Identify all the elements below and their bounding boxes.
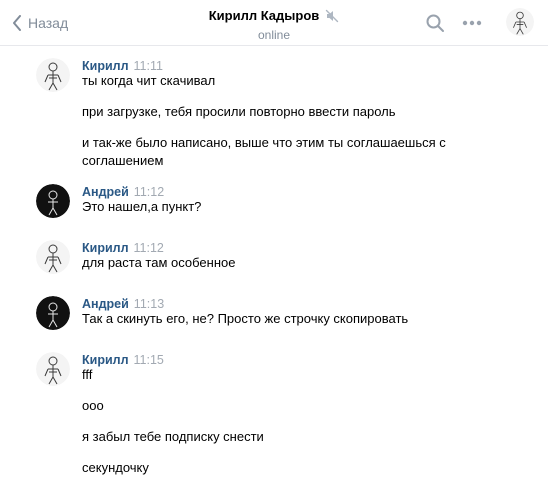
- message-text: секундочку: [82, 460, 149, 475]
- chat-title: Кирилл Кадыров: [208, 8, 320, 23]
- author-name[interactable]: Кирилл: [82, 241, 129, 255]
- chat-header: Назад Кирилл Кадыров online: [0, 0, 548, 46]
- author-line: Андрей 11:12: [82, 185, 164, 199]
- author-name[interactable]: Андрей: [82, 185, 129, 199]
- message-time[interactable]: 11:11: [134, 59, 163, 73]
- avatar[interactable]: [36, 58, 70, 92]
- mute-icon: [325, 9, 339, 23]
- message-text: Так а скинуть его, не? Просто же строчку…: [82, 311, 409, 326]
- author-name[interactable]: Кирилл: [82, 353, 129, 367]
- more-icon: [462, 20, 482, 26]
- author-line: Кирилл 11:15: [82, 353, 164, 367]
- avatar[interactable]: [36, 240, 70, 274]
- avatar[interactable]: [36, 184, 70, 218]
- message-text: при загрузке, тебя просили повторно ввес…: [82, 104, 396, 119]
- message-time[interactable]: 11:15: [134, 353, 164, 367]
- search-button[interactable]: [424, 12, 446, 34]
- message-text: я забыл тебе подписку снести: [82, 429, 264, 444]
- message-time[interactable]: 11:13: [134, 297, 164, 311]
- header-avatar[interactable]: [506, 8, 534, 36]
- avatar[interactable]: [36, 352, 70, 386]
- message-text: Это нашел,а пункт?: [82, 199, 202, 214]
- more-button[interactable]: [461, 12, 483, 34]
- message-text: для раста там особенное: [82, 255, 236, 270]
- author-name[interactable]: Андрей: [82, 297, 129, 311]
- author-line: Андрей 11:13: [82, 297, 164, 311]
- author-line: Кирилл 11:12: [82, 241, 164, 255]
- message-text: и так-же было написано, выше что этим ты…: [82, 135, 446, 168]
- message-text: ooo: [82, 398, 104, 413]
- avatar[interactable]: [36, 296, 70, 330]
- author-name[interactable]: Кирилл: [82, 59, 129, 73]
- message-time[interactable]: 11:12: [134, 185, 164, 199]
- message-time[interactable]: 11:12: [134, 241, 164, 255]
- message-text: fff: [82, 367, 93, 382]
- search-icon: [425, 13, 445, 33]
- message-text: ты когда чит скачивал: [82, 73, 216, 88]
- message-feed[interactable]: Кирилл 11:11 ты когда чит скачивал при загр…: [0, 46, 548, 491]
- author-line: Кирилл 11:11: [82, 59, 163, 73]
